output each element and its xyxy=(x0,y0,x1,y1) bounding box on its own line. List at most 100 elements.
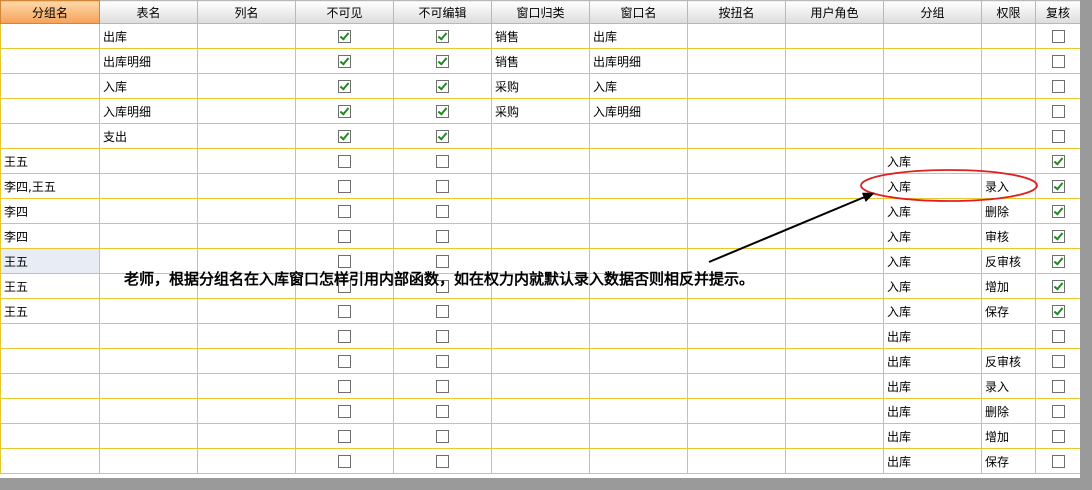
permission-cell[interactable]: 录入 xyxy=(981,373,1036,399)
not-editable-checkbox[interactable] xyxy=(393,348,492,374)
column-name-cell[interactable] xyxy=(197,173,296,199)
user-role-cell[interactable] xyxy=(785,173,884,199)
user-role-cell[interactable] xyxy=(785,73,884,99)
group-cell[interactable]: 出库 xyxy=(883,423,982,449)
button-name-cell[interactable] xyxy=(687,198,786,224)
not-editable-checkbox[interactable] xyxy=(393,23,492,49)
table-name-cell[interactable] xyxy=(99,373,198,399)
column-name-cell[interactable] xyxy=(197,123,296,149)
permission-cell[interactable]: 增加 xyxy=(981,273,1036,299)
review-checkbox[interactable] xyxy=(1035,273,1081,299)
checkbox[interactable] xyxy=(338,180,351,193)
window-name-cell[interactable] xyxy=(589,348,688,374)
invisible-checkbox[interactable] xyxy=(295,73,394,99)
group-cell[interactable] xyxy=(883,23,982,49)
checkbox[interactable] xyxy=(436,80,449,93)
column-name-cell[interactable] xyxy=(197,98,296,124)
checkbox[interactable] xyxy=(436,355,449,368)
not-editable-checkbox[interactable] xyxy=(393,373,492,399)
review-checkbox[interactable] xyxy=(1035,373,1081,399)
column-header-table-name[interactable]: 表名 xyxy=(99,0,198,24)
table-row[interactable]: 支出 xyxy=(0,123,1081,149)
permission-cell[interactable] xyxy=(981,48,1036,74)
review-checkbox[interactable] xyxy=(1035,73,1081,99)
invisible-checkbox[interactable] xyxy=(295,423,394,449)
button-name-cell[interactable] xyxy=(687,73,786,99)
column-name-cell[interactable] xyxy=(197,298,296,324)
table-row[interactable]: 出库 增加 xyxy=(0,423,1081,449)
table-row[interactable]: 王五 入库 保存 xyxy=(0,298,1081,324)
invisible-checkbox[interactable] xyxy=(295,373,394,399)
table-name-cell[interactable] xyxy=(99,173,198,199)
checkbox[interactable] xyxy=(436,455,449,468)
window-category-cell[interactable]: 销售 xyxy=(491,48,590,74)
checkbox[interactable] xyxy=(338,30,351,43)
permission-cell[interactable] xyxy=(981,23,1036,49)
checkbox[interactable] xyxy=(338,355,351,368)
checkbox[interactable] xyxy=(338,105,351,118)
window-name-cell[interactable] xyxy=(589,298,688,324)
checkbox[interactable] xyxy=(1051,280,1065,293)
group-name-cell[interactable] xyxy=(0,48,100,74)
button-name-cell[interactable] xyxy=(687,423,786,449)
column-header-review[interactable]: 复核 xyxy=(1035,0,1081,24)
permission-cell[interactable]: 增加 xyxy=(981,423,1036,449)
not-editable-checkbox[interactable] xyxy=(393,73,492,99)
checkbox[interactable] xyxy=(1051,180,1065,193)
group-cell[interactable] xyxy=(883,123,982,149)
checkbox[interactable] xyxy=(1051,80,1065,93)
table-name-cell[interactable]: 入库 xyxy=(99,73,198,99)
column-name-cell[interactable] xyxy=(197,198,296,224)
checkbox[interactable] xyxy=(436,55,449,68)
table-name-cell[interactable] xyxy=(99,223,198,249)
group-cell[interactable]: 入库 xyxy=(883,298,982,324)
permission-cell[interactable]: 录入 xyxy=(981,173,1036,199)
column-header-window-category[interactable]: 窗口归类 xyxy=(491,0,590,24)
permission-cell[interactable]: 反审核 xyxy=(981,348,1036,374)
group-cell[interactable]: 出库 xyxy=(883,323,982,349)
checkbox[interactable] xyxy=(1051,30,1065,43)
window-category-cell[interactable] xyxy=(491,323,590,349)
group-name-cell[interactable] xyxy=(0,123,100,149)
button-name-cell[interactable] xyxy=(687,23,786,49)
column-header-group-name[interactable]: 分组名 xyxy=(0,0,100,24)
checkbox[interactable] xyxy=(436,30,449,43)
invisible-checkbox[interactable] xyxy=(295,348,394,374)
group-name-cell[interactable]: 王五 xyxy=(0,248,100,274)
button-name-cell[interactable] xyxy=(687,48,786,74)
checkbox[interactable] xyxy=(1051,380,1065,393)
user-role-cell[interactable] xyxy=(785,448,884,474)
group-cell[interactable] xyxy=(883,98,982,124)
button-name-cell[interactable] xyxy=(687,173,786,199)
table-row[interactable]: 入库 采购 入库 xyxy=(0,73,1081,99)
window-category-cell[interactable]: 销售 xyxy=(491,23,590,49)
table-name-cell[interactable] xyxy=(99,423,198,449)
group-cell[interactable]: 入库 xyxy=(883,223,982,249)
review-checkbox[interactable] xyxy=(1035,323,1081,349)
window-name-cell[interactable]: 入库明细 xyxy=(589,98,688,124)
table-name-cell[interactable] xyxy=(99,323,198,349)
group-name-cell[interactable]: 李四,王五 xyxy=(0,173,100,199)
group-name-cell[interactable]: 王五 xyxy=(0,148,100,174)
permission-cell[interactable] xyxy=(981,323,1036,349)
checkbox[interactable] xyxy=(338,155,351,168)
permission-cell[interactable]: 反审核 xyxy=(981,248,1036,274)
invisible-checkbox[interactable] xyxy=(295,298,394,324)
table-row[interactable]: 出库 删除 xyxy=(0,398,1081,424)
window-category-cell[interactable] xyxy=(491,448,590,474)
checkbox[interactable] xyxy=(1051,105,1065,118)
user-role-cell[interactable] xyxy=(785,423,884,449)
permission-cell[interactable]: 保存 xyxy=(981,298,1036,324)
checkbox[interactable] xyxy=(338,455,351,468)
review-checkbox[interactable] xyxy=(1035,223,1081,249)
checkbox[interactable] xyxy=(338,230,351,243)
review-checkbox[interactable] xyxy=(1035,248,1081,274)
table-row[interactable]: 王五 入库 xyxy=(0,148,1081,174)
not-editable-checkbox[interactable] xyxy=(393,173,492,199)
user-role-cell[interactable] xyxy=(785,198,884,224)
checkbox[interactable] xyxy=(1051,230,1065,243)
review-checkbox[interactable] xyxy=(1035,198,1081,224)
table-row[interactable]: 李四 入库 审核 xyxy=(0,223,1081,249)
not-editable-checkbox[interactable] xyxy=(393,398,492,424)
table-row[interactable]: 李四,王五 入库 录入 xyxy=(0,173,1081,199)
